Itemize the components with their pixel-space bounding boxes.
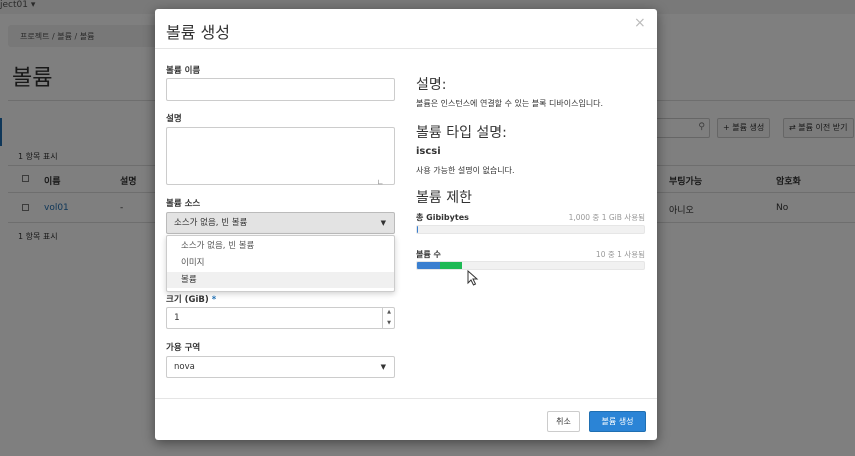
volume-type-heading: 볼륨 타입 설명: [416,125,507,141]
create-volume-submit-button[interactable]: 볼륨 생성 [589,411,646,432]
dropdown-option-no-source[interactable]: 소스가 없음, 빈 볼륨 [167,238,394,254]
quota-volumes-bar [416,261,645,270]
quota-gibibytes-label: 총 Gibibytes [416,213,469,222]
caret-down-icon: ▼ [380,363,386,371]
description-heading: 설명: [416,77,447,93]
close-icon[interactable]: × [634,16,646,30]
dropdown-option-volume[interactable]: 볼륨 [167,272,394,288]
modal-title: 볼륨 생성 [166,23,230,42]
decrement-icon[interactable]: ▼ [383,318,395,329]
increment-icon[interactable]: ▲ [383,307,395,318]
quota-volumes-label: 볼륨 수 [416,250,441,259]
volume-source-selected: 소스가 없음, 빈 볼륨 [174,218,248,228]
dropdown-option-image[interactable]: 이미지 [167,255,394,271]
volume-name-input[interactable] [166,78,395,101]
create-volume-modal: 볼륨 생성 × 볼륨 이름 설명 ∟ 볼륨 소스 소스가 없음, 빈 볼륨 ▼ … [155,9,657,440]
description-text: 볼륨은 인스턴스에 연결할 수 있는 블록 디바이스입니다. [416,99,604,108]
quota-volumes-used-fill [417,262,440,269]
availability-zone-selected: nova [174,362,195,372]
caret-down-icon: ▼ [380,219,386,227]
required-asterisk: * [211,295,217,305]
size-label-text: 크기 (GiB) [166,295,209,305]
volume-limits-heading: 볼륨 제한 [416,190,472,206]
volume-source-dropdown: 소스가 없음, 빈 볼륨 이미지 볼륨 [166,235,395,292]
volume-name-label: 볼륨 이름 [166,66,201,76]
resize-handle-icon[interactable]: ∟ [377,179,384,187]
availability-zone-label: 가용 구역 [166,343,201,353]
size-label: 크기 (GiB) * [166,293,216,305]
volume-source-label: 볼륨 소스 [166,199,201,209]
quota-gibibytes-bar [416,225,645,234]
quota-gibibytes-usage: 1,000 중 1 GiB 사용됨 [568,213,645,222]
description-textarea[interactable] [166,127,395,185]
volume-type-name: iscsi [416,146,441,157]
modal-footer: 취소 볼륨 생성 [155,398,657,440]
modal-header: 볼륨 생성 × [155,9,657,49]
availability-zone-select[interactable]: nova ▼ [166,356,395,378]
description-label: 설명 [166,114,182,124]
quota-volumes-usage: 10 중 1 사용됨 [595,250,645,259]
volume-source-select[interactable]: 소스가 없음, 빈 볼륨 ▼ [166,212,395,234]
mouse-cursor-icon [467,270,479,286]
quota-volumes-new-fill [439,262,463,269]
size-spinner: ▲ ▼ [382,307,395,329]
cancel-button[interactable]: 취소 [547,411,580,432]
size-input[interactable] [166,307,395,329]
volume-type-description: 사용 가능한 설명이 없습니다. [416,166,515,175]
